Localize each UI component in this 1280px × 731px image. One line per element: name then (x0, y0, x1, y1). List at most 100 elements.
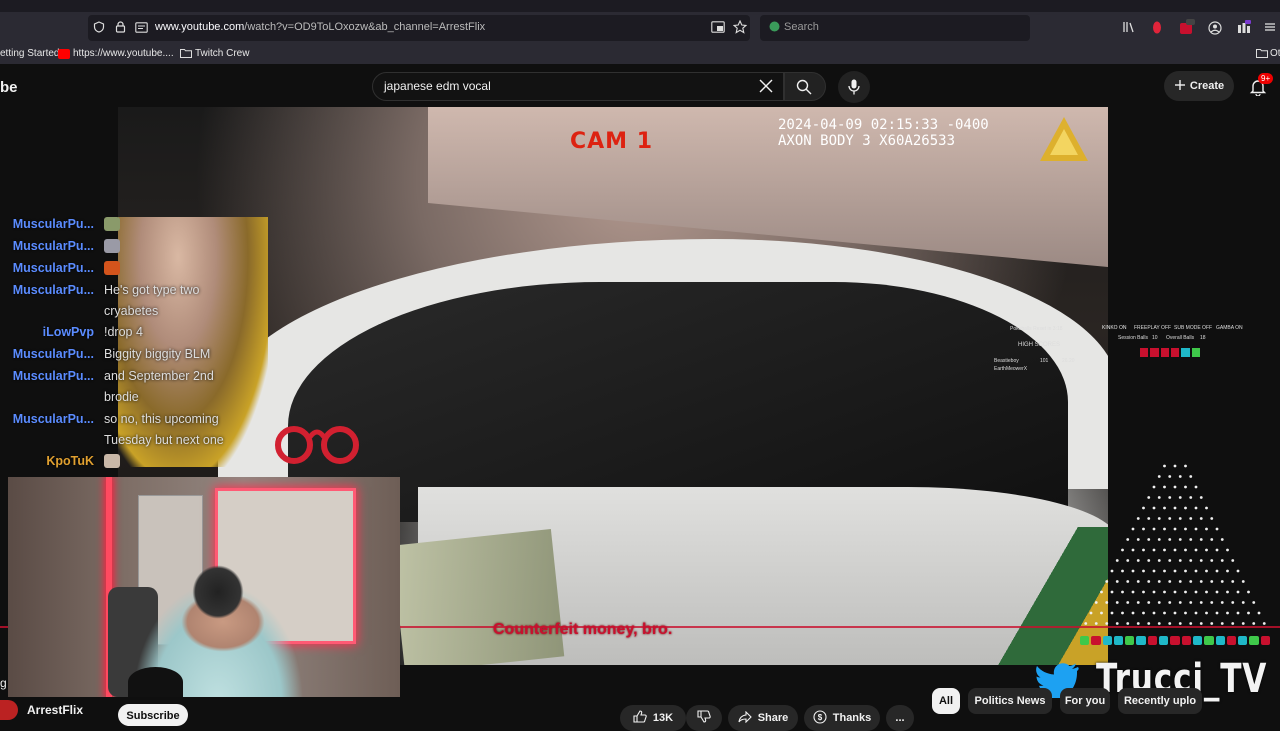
plinko-peg (1189, 622, 1193, 625)
create-button[interactable]: Create (1164, 71, 1234, 101)
plinko-peg (1100, 590, 1103, 594)
plinko-peg (1199, 517, 1203, 520)
extension-badge-icon[interactable] (1178, 18, 1196, 36)
menu-icon[interactable] (1262, 19, 1278, 35)
plinko-peg (1168, 538, 1172, 541)
bookmark-youtube[interactable]: https://www.youtube.... (73, 48, 174, 59)
plinko-peg (1220, 601, 1224, 604)
plinko-peg (1131, 569, 1135, 573)
plinko-peg (1189, 601, 1193, 604)
plinko-peg (1136, 538, 1140, 541)
url-path: /watch?v=OD9ToLOxozw&ab_channel=ArrestFl… (244, 21, 486, 33)
plinko-peg (1173, 569, 1177, 573)
plinko-peg (1142, 527, 1145, 531)
pip-icon[interactable] (710, 20, 726, 34)
account-icon[interactable] (1207, 20, 1223, 36)
plinko-peg (1215, 548, 1219, 552)
plinko-bucket (1192, 636, 1203, 645)
plinko-peg (1094, 622, 1098, 625)
reader-icon[interactable] (134, 20, 148, 34)
plinko-peg (1199, 580, 1203, 583)
plinko-peg (1163, 464, 1166, 468)
chip-politics-news[interactable]: Politics News (968, 688, 1052, 714)
channel-avatar[interactable] (0, 700, 18, 720)
subscribe-button[interactable]: Subscribe (118, 704, 188, 726)
channel-name[interactable]: ArrestFlix (27, 703, 83, 717)
plinko-peg (1152, 590, 1156, 594)
bookmark-twitch-crew[interactable]: Twitch Crew (195, 48, 249, 59)
chat-text: !drop 4 (104, 325, 143, 339)
youtube-logo[interactable]: be (0, 79, 18, 96)
plinko-bucket (1249, 636, 1259, 645)
plinko-peg (1121, 569, 1124, 573)
axon-logo-icon (1038, 115, 1090, 163)
youtube-search-query[interactable]: japanese edm vocal (384, 79, 491, 93)
plinko-peg (1247, 590, 1250, 594)
plinko-peg (1147, 538, 1151, 541)
plinko-peg (1252, 622, 1256, 625)
share-button[interactable]: Share (728, 705, 798, 731)
stream-stats-widget: Pokeballs Reset in 3:18 KINKO ON FREEPLA… (994, 322, 1270, 382)
plinko-peg (1205, 527, 1208, 531)
plinko-peg (1194, 611, 1198, 615)
high-score-name: EarthMeowerX (994, 366, 1028, 372)
folder-icon (1256, 48, 1268, 61)
plinko-peg (1199, 496, 1203, 499)
star-icon[interactable] (732, 19, 748, 35)
bookmark-other[interactable]: Ot (1270, 48, 1280, 59)
shield-icon[interactable] (92, 20, 106, 34)
plinko-peg (1262, 622, 1266, 625)
plinko-peg (1184, 548, 1187, 552)
plinko-bucket (1226, 636, 1237, 645)
plinko-peg (1131, 590, 1135, 594)
chip-for-you[interactable]: For you (1060, 688, 1110, 714)
plinko-bucket (1102, 636, 1112, 645)
plinko-peg (1189, 559, 1193, 562)
plinko-peg (1152, 485, 1156, 489)
library-icon[interactable] (1120, 20, 1136, 34)
plinko-peg (1210, 517, 1214, 520)
plinko-peg (1210, 622, 1214, 625)
microphone (128, 667, 183, 697)
plinko-peg (1194, 569, 1198, 573)
thanks-button[interactable]: $ Thanks (804, 705, 880, 731)
like-icon (633, 710, 647, 726)
like-count: 13K (652, 712, 674, 724)
thanks-label: Thanks (832, 712, 872, 724)
plus-icon (1174, 79, 1186, 94)
plinko-peg (1157, 496, 1161, 499)
partial-title: g (0, 676, 7, 690)
plinko-peg (1147, 622, 1151, 625)
like-button[interactable]: 13K (620, 705, 686, 731)
plinko-peg (1184, 569, 1187, 573)
plinko-peg (1168, 517, 1172, 520)
more-actions-button[interactable]: ... (886, 705, 914, 731)
search-icon[interactable] (795, 78, 813, 96)
chip-all[interactable]: All (932, 688, 960, 714)
plinko-peg (1210, 538, 1214, 541)
dislike-button[interactable] (686, 705, 722, 731)
plinko-peg (1189, 538, 1193, 541)
chip-recently-uploaded[interactable]: Recently uplo (1118, 688, 1202, 714)
mic-icon[interactable] (846, 78, 862, 96)
gamba-status: GAMBA ON (1216, 325, 1243, 331)
plinko-peg (1147, 517, 1151, 520)
plinko-bucket (1181, 636, 1191, 645)
plinko-buckets (1080, 636, 1271, 645)
emote-icon (104, 454, 120, 468)
plinko-peg (1215, 590, 1219, 594)
close-icon[interactable] (758, 78, 774, 94)
plinko-bucket (1159, 636, 1169, 645)
plinko-peg (1226, 548, 1229, 552)
lock-icon[interactable] (113, 20, 127, 34)
plinko-peg (1205, 506, 1208, 510)
plinko-peg (1226, 611, 1229, 615)
plinko-peg (1121, 611, 1124, 615)
url-text[interactable]: www.youtube.com/watch?v=OD9ToLOxozw&ab_c… (155, 21, 485, 33)
plinko-board (1084, 464, 1266, 625)
bookmark-getting-started[interactable]: etting Started (0, 48, 59, 59)
extension-red-icon[interactable] (1150, 20, 1164, 34)
extensions-icon[interactable] (1236, 19, 1252, 35)
plinko-peg (1115, 622, 1119, 625)
plinko-peg (1131, 611, 1135, 615)
